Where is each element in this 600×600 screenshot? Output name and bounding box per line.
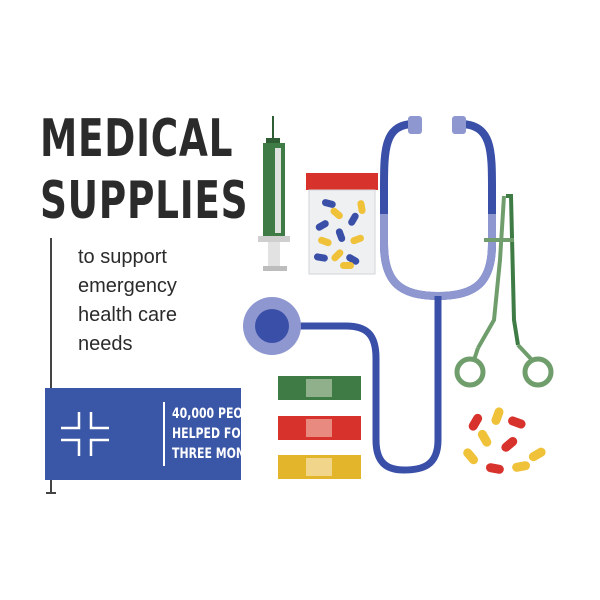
syringe-icon	[258, 116, 290, 271]
illustration	[243, 116, 554, 479]
pill-jar-icon	[306, 173, 378, 275]
bandage-icon	[278, 376, 361, 479]
pills-icon	[463, 407, 546, 474]
